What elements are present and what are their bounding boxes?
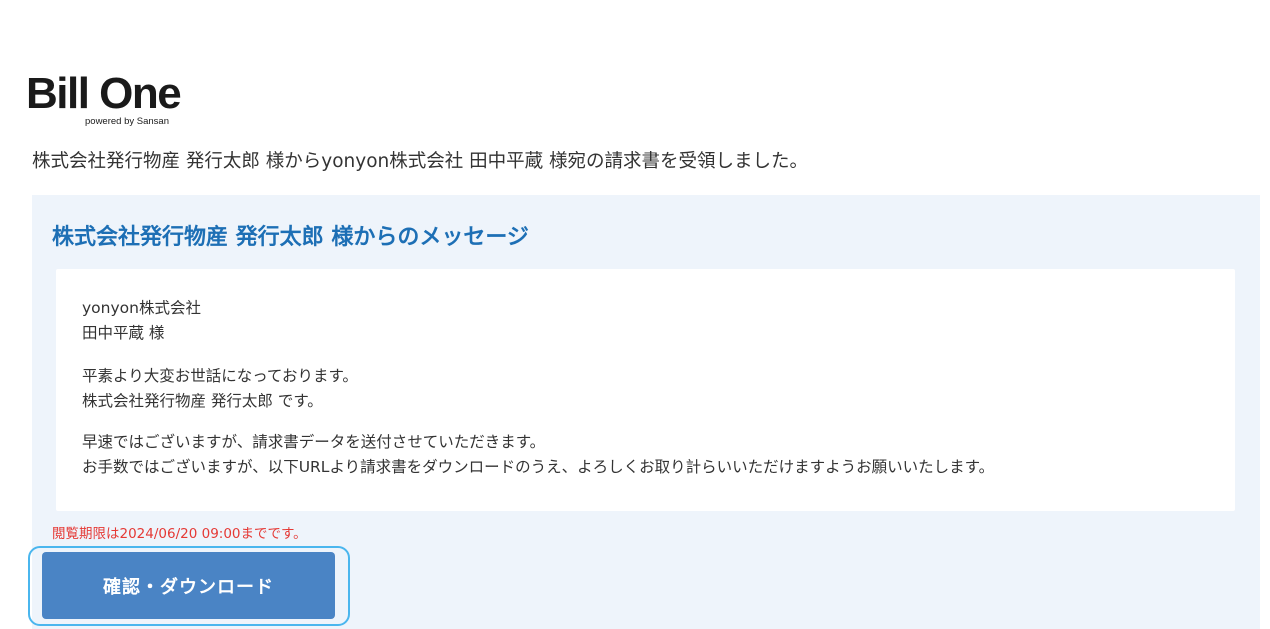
intro-text: 株式会社発行物産 発行太郎 様からyonyon株式会社 田中平蔵 様宛の請求書を…: [32, 151, 809, 172]
message-panel: 株式会社発行物産 発行太郎 様からのメッセージ yonyon株式会社 田中平蔵 …: [28, 195, 1260, 629]
message-line: 株式会社発行物産 発行太郎 です。: [82, 392, 323, 410]
message-line: お手数ではございますが、以下URLより請求書をダウンロードのうえ、よろしくお取り…: [82, 458, 995, 476]
bill-one-logo: Bill One powered by Sansan: [26, 68, 196, 130]
logo-tagline: powered by Sansan: [85, 116, 169, 127]
message-line: yonyon株式会社: [82, 299, 201, 317]
panel-title: 株式会社発行物産 発行太郎 様からのメッセージ: [52, 225, 529, 250]
page: Bill One powered by Sansan 株式会社発行物産 発行太郎…: [0, 0, 1270, 629]
logo-wordmark: Bill One: [26, 69, 182, 118]
message-line: 平素より大変お世話になっております。: [82, 367, 358, 385]
message-box: yonyon株式会社 田中平蔵 様 平素より大変お世話になっております。 株式会…: [56, 269, 1235, 511]
deadline-notice: 閲覧期限は2024/06/20 09:00までです。: [52, 526, 307, 542]
message-line: 早速ではございますが、請求書データを送付させていただきます。: [82, 433, 546, 451]
message-line: 田中平蔵 様: [82, 324, 165, 342]
confirm-download-button[interactable]: 確認・ダウンロード: [42, 552, 335, 619]
